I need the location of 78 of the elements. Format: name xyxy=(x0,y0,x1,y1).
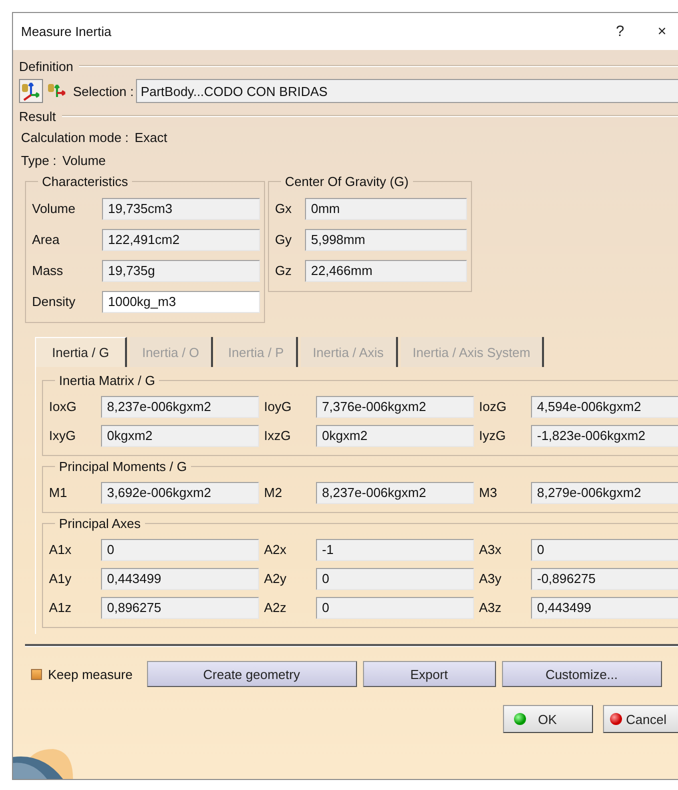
info-value: Volume xyxy=(62,153,106,168)
group-title: Characteristics xyxy=(41,174,129,189)
field-label: Gz xyxy=(275,263,293,278)
field-label: A1x xyxy=(49,542,72,557)
globe-logo-icon xyxy=(13,749,73,779)
cancel-icon xyxy=(610,713,622,725)
info-label: Calculation mode : xyxy=(21,130,129,145)
action-button[interactable]: Export xyxy=(362,661,496,687)
help-button[interactable]: ? xyxy=(603,23,637,40)
value-field: 7,376e-006kgxm2 xyxy=(316,396,474,418)
value-field: 0,443499 xyxy=(531,596,678,618)
field-label: M2 xyxy=(264,485,284,500)
group-title: Inertia Matrix / G xyxy=(58,373,156,388)
value-field: 22,466mm xyxy=(305,260,467,282)
field-label: IxyG xyxy=(49,428,77,443)
field-label: A2x xyxy=(264,542,288,557)
field-label: Density xyxy=(32,294,76,309)
value-field: 5,998mm xyxy=(305,228,467,250)
value-field: 0mm xyxy=(305,198,467,220)
field-label: IozG xyxy=(479,399,508,414)
value-field: 8,279e-006kgxm2 xyxy=(531,482,678,504)
value-field: 8,237e-006kgxm2 xyxy=(316,482,474,504)
field-label: Area xyxy=(32,232,60,247)
value-field: -1,823e-006kgxm2 xyxy=(531,424,678,446)
value-field: 0,896275 xyxy=(101,596,259,618)
selection-field[interactable]: PartBody...CODO CON BRIDAS xyxy=(136,79,678,103)
section-heading: Definition xyxy=(19,58,74,74)
field-label: M1 xyxy=(49,485,68,500)
value-field: 8,237e-006kgxm2 xyxy=(101,396,259,418)
field-label: A2y xyxy=(264,571,288,586)
selection-label: Selection : xyxy=(73,84,134,98)
value-field: 0 xyxy=(316,568,474,590)
field-label: IoyG xyxy=(264,399,292,414)
value-field: 3,692e-006kgxm2 xyxy=(101,482,259,504)
info-value: Exact xyxy=(134,130,168,145)
field-label: A3x xyxy=(479,542,502,557)
value-field: 0kgxm2 xyxy=(101,424,259,446)
field-label: IyzG xyxy=(479,428,507,443)
group-title: Principal Axes xyxy=(58,516,142,531)
action-button[interactable]: Customize... xyxy=(502,661,662,687)
group-title: Center Of Gravity (G) xyxy=(284,174,410,189)
value-field: -1 xyxy=(316,538,474,560)
tab[interactable]: Inertia / G xyxy=(35,337,128,367)
field-label: Gx xyxy=(275,201,293,216)
group-title: Principal Moments / G xyxy=(58,459,188,474)
field-label: IxzG xyxy=(264,428,292,443)
value-field: 0,443499 xyxy=(101,568,259,590)
section-heading: Result xyxy=(19,108,56,124)
field-label: A1z xyxy=(49,600,72,615)
value-field: -0,896275 xyxy=(531,568,678,590)
field-label: M3 xyxy=(479,485,498,500)
cancel-button[interactable]: Cancel xyxy=(603,705,678,733)
value-field: 0kgxm2 xyxy=(316,424,474,446)
value-field: 122,491cm2 xyxy=(102,228,260,250)
value-field: 4,594e-006kgxm2 xyxy=(531,396,678,418)
axes-mode-button[interactable] xyxy=(19,79,43,103)
close-button[interactable]: × xyxy=(645,23,678,40)
field-label: Mass xyxy=(32,263,64,278)
field-label: IoxG xyxy=(49,399,78,414)
ok-icon xyxy=(514,713,526,725)
value-field: 0 xyxy=(531,538,678,560)
field-label: Volume xyxy=(32,201,76,216)
field-label: Gy xyxy=(275,232,293,247)
value-field: 0 xyxy=(101,538,259,560)
field-label: A3y xyxy=(479,571,502,586)
value-field[interactable]: 1000kg_m3 xyxy=(102,290,260,312)
field-label: A1y xyxy=(49,571,72,586)
checkbox-label: Keep measure xyxy=(48,666,133,682)
window-title: Measure Inertia xyxy=(21,24,112,39)
action-button[interactable]: Create geometry xyxy=(146,661,357,687)
value-field: 0 xyxy=(316,596,474,618)
value-field: 19,735g xyxy=(102,260,260,282)
value-field: 19,735cm3 xyxy=(102,198,260,220)
field-label: A3z xyxy=(479,600,502,615)
ok-button[interactable]: OK xyxy=(503,705,593,733)
field-label: A2z xyxy=(264,600,288,615)
info-label: Type : xyxy=(21,153,56,168)
checkbox[interactable] xyxy=(31,668,42,680)
